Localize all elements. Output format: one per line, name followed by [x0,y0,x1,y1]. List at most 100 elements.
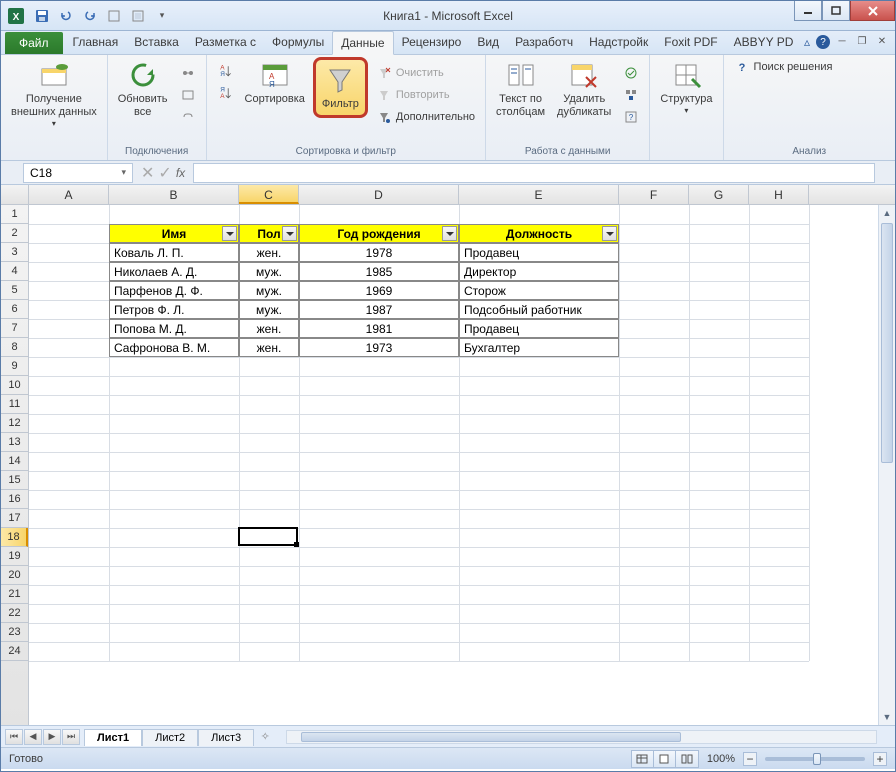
col-header-F[interactable]: F [619,185,689,204]
ribbon-tab-4[interactable]: Данные [332,31,393,55]
row-header-14[interactable]: 14 [1,452,28,471]
sheet-tab-1[interactable]: Лист2 [142,729,198,746]
zoom-level[interactable]: 100% [707,753,735,765]
col-header-E[interactable]: E [459,185,619,204]
ribbon-tab-1[interactable]: Вставка [126,31,187,54]
table-cell[interactable]: Продавец [459,319,619,338]
get-external-data-button[interactable]: Получение внешних данных ▾ [7,57,101,131]
table-header[interactable]: Имя [109,224,239,243]
table-cell[interactable]: муж. [239,262,299,281]
filter-dropdown[interactable] [442,226,457,241]
qat-customize[interactable]: ▾ [151,5,173,27]
table-cell[interactable]: Николаев А. Д. [109,262,239,281]
row-header-19[interactable]: 19 [1,547,28,566]
redo-button[interactable] [79,5,101,27]
ribbon-minimize-icon[interactable]: ▵ [804,35,810,49]
ribbon-tab-5[interactable]: Рецензиро [394,31,470,54]
row-header-11[interactable]: 11 [1,395,28,414]
ribbon-tab-8[interactable]: Надстройк [581,31,656,54]
namebox-dropdown-icon[interactable]: ▾ [121,167,126,178]
help-icon[interactable]: ? [816,35,830,49]
row-header-23[interactable]: 23 [1,623,28,642]
page-layout-view-button[interactable] [654,751,676,767]
ribbon-tab-10[interactable]: ABBYY PD [726,31,802,54]
table-cell[interactable]: Попова М. Д. [109,319,239,338]
ribbon-tab-6[interactable]: Вид [469,31,507,54]
data-validation-button[interactable] [619,63,643,83]
col-header-G[interactable]: G [689,185,749,204]
vscroll-thumb[interactable] [881,223,893,463]
connections-button[interactable] [176,63,200,83]
table-header[interactable]: Должность [459,224,619,243]
qat-item-2[interactable] [127,5,149,27]
ribbon-tab-9[interactable]: Foxit PDF [656,31,725,54]
horizontal-scrollbar[interactable] [286,730,877,744]
table-cell[interactable]: Парфенов Д. Ф. [109,281,239,300]
row-header-5[interactable]: 5 [1,281,28,300]
hscroll-thumb[interactable] [301,732,681,742]
text-to-columns-button[interactable]: Текст по столбцам [492,57,549,121]
what-if-button[interactable]: ? [619,107,643,127]
table-cell[interactable]: 1981 [299,319,459,338]
table-cell[interactable]: 1987 [299,300,459,319]
scroll-down-button[interactable]: ▼ [879,709,895,725]
table-cell[interactable]: 1985 [299,262,459,281]
table-cell[interactable]: жен. [239,338,299,357]
table-cell[interactable]: Продавец [459,243,619,262]
zoom-out-button[interactable]: − [743,752,757,766]
table-cell[interactable]: 1969 [299,281,459,300]
formula-input[interactable] [193,163,875,183]
add-sheet-button[interactable]: ✧ [254,730,276,743]
save-button[interactable] [31,5,53,27]
sheet-prev-button[interactable]: ◀ [24,729,42,745]
row-header-17[interactable]: 17 [1,509,28,528]
row-header-9[interactable]: 9 [1,357,28,376]
sheet-tab-0[interactable]: Лист1 [84,729,142,746]
row-header-13[interactable]: 13 [1,433,28,452]
col-header-H[interactable]: H [749,185,809,204]
properties-button[interactable] [176,85,200,105]
cancel-formula-icon[interactable]: ✕ [141,163,154,183]
filter-dropdown[interactable] [222,226,237,241]
sort-asc-button[interactable]: АЯ [213,61,237,81]
scroll-up-button[interactable]: ▲ [879,205,895,221]
sheet-first-button[interactable]: ⏮ [5,729,23,745]
filter-button[interactable]: Фильтр [318,62,363,113]
select-all-corner[interactable] [1,185,29,205]
row-header-21[interactable]: 21 [1,585,28,604]
row-header-4[interactable]: 4 [1,262,28,281]
table-cell[interactable]: Подсобный работник [459,300,619,319]
doc-restore-button[interactable]: ❐ [853,33,871,49]
ribbon-tab-2[interactable]: Разметка с [187,31,264,54]
table-cell[interactable]: жен. [239,319,299,338]
row-header-1[interactable]: 1 [1,205,28,224]
qat-item-1[interactable] [103,5,125,27]
ribbon-tab-3[interactable]: Формулы [264,31,332,54]
table-cell[interactable]: Директор [459,262,619,281]
grid-body[interactable]: ИмяПолГод рожденияДолжностьКоваль Л. П.ж… [29,205,895,725]
row-header-3[interactable]: 3 [1,243,28,262]
sheet-tab-2[interactable]: Лист3 [198,729,254,746]
row-header-15[interactable]: 15 [1,471,28,490]
table-cell[interactable]: 1978 [299,243,459,262]
name-box[interactable]: C18 ▾ [23,163,133,183]
row-header-22[interactable]: 22 [1,604,28,623]
sheet-next-button[interactable]: ▶ [43,729,61,745]
fx-icon[interactable]: fx [176,166,185,180]
doc-close-button[interactable]: ✕ [873,33,891,49]
filter-dropdown[interactable] [282,226,297,241]
enter-formula-icon[interactable]: ✓ [158,163,171,183]
table-cell[interactable]: Коваль Л. П. [109,243,239,262]
zoom-slider[interactable] [765,757,865,761]
doc-minimize-button[interactable]: ─ [833,33,851,49]
undo-button[interactable] [55,5,77,27]
table-cell[interactable]: Бухгалтер [459,338,619,357]
advanced-filter-button[interactable]: Дополнительно [372,107,479,127]
row-header-2[interactable]: 2 [1,224,28,243]
edit-links-button[interactable] [176,107,200,127]
reapply-button[interactable]: Повторить [372,85,479,105]
row-header-24[interactable]: 24 [1,642,28,661]
row-header-6[interactable]: 6 [1,300,28,319]
remove-duplicates-button[interactable]: Удалить дубликаты [553,57,615,121]
consolidate-button[interactable] [619,85,643,105]
